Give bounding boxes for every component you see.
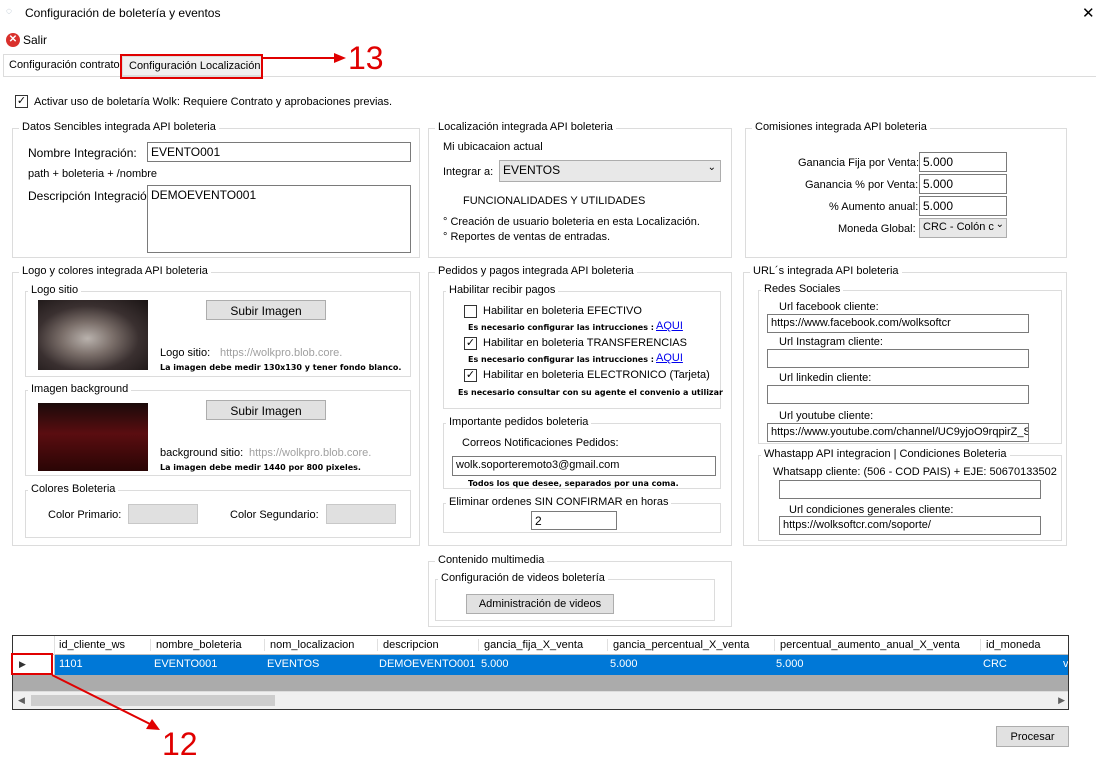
annotation-12: 12 [162, 726, 198, 762]
arrow-12-head [146, 719, 160, 730]
arrow-12-line [51, 674, 151, 725]
annotation-13: 13 [348, 40, 384, 76]
annotation-arrows [51, 53, 346, 730]
arrow-13-head [334, 53, 346, 63]
